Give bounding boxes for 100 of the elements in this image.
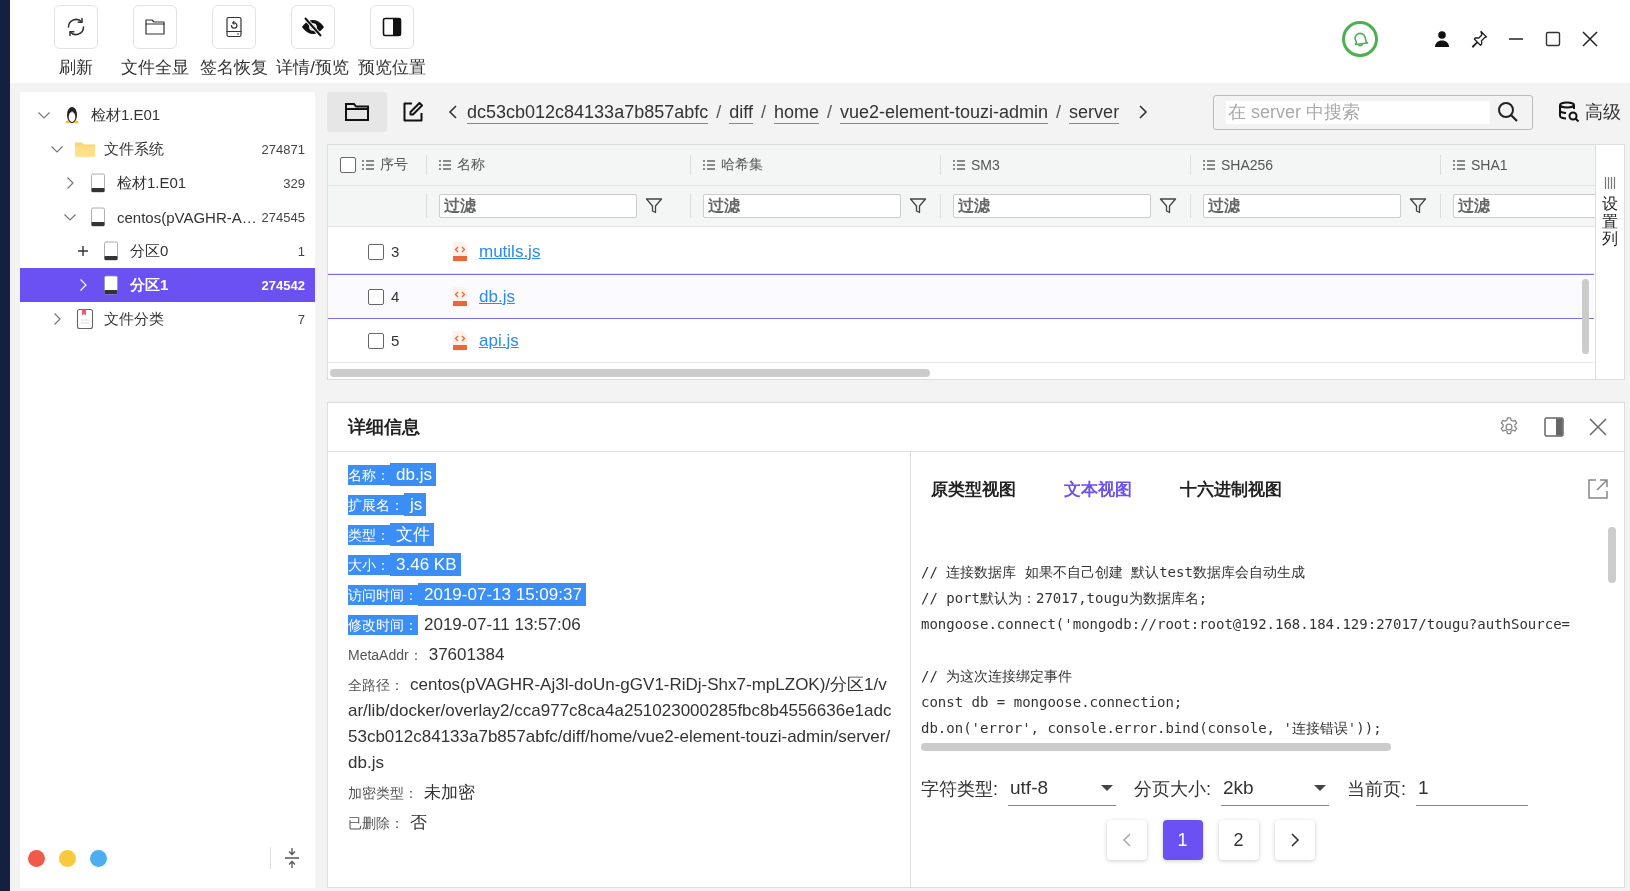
next-page-button[interactable] <box>1274 820 1315 860</box>
chevron-left-icon <box>1120 832 1133 848</box>
collapse-icon[interactable] <box>283 847 301 869</box>
filter-field[interactable]: 过滤 <box>703 194 901 218</box>
filter-icon[interactable] <box>1409 197 1427 215</box>
advanced-search-button[interactable]: 高级 <box>1553 96 1625 128</box>
field-label: 字符类型: <box>921 777 998 801</box>
breadcrumb-link[interactable]: home <box>773 100 819 124</box>
plus-icon[interactable] <box>76 244 90 258</box>
toolbar-button[interactable] <box>290 5 335 49</box>
field-label: 分页大小: <box>1134 777 1212 801</box>
caret-icon <box>1100 784 1114 792</box>
column-header[interactable]: 名称 <box>426 155 690 175</box>
breadcrumb-link[interactable]: diff <box>729 100 753 124</box>
field-label: 扩展名： <box>348 495 404 515</box>
external-link-icon[interactable] <box>1586 477 1610 501</box>
tree-item[interactable]: 检材1.E01 <box>20 98 315 132</box>
field-value: 3.46 KB <box>390 553 461 576</box>
column-header[interactable]: SHA256 <box>1190 155 1440 175</box>
edit-icon[interactable] <box>401 100 425 124</box>
page-button[interactable]: 2 <box>1218 820 1259 860</box>
penguin-icon <box>63 105 81 125</box>
tree-item[interactable]: 文件分类 7 <box>20 302 315 336</box>
filter-field[interactable]: 过滤 <box>1203 194 1401 218</box>
path-separator: / <box>716 101 722 123</box>
scrollbar[interactable] <box>330 369 930 377</box>
field-label: MetaAddr： <box>348 647 423 663</box>
checkbox[interactable] <box>340 157 356 173</box>
tree-item[interactable]: 文件系统 274871 <box>20 132 315 166</box>
list-icon <box>953 160 965 170</box>
toolbar-button[interactable] <box>211 5 256 49</box>
toolbar-label: 文件全显 <box>120 57 189 79</box>
field-label: 大小： <box>348 555 390 575</box>
code-line: const db = mongoose.connection; <box>921 693 1184 712</box>
field-label: 名称： <box>348 465 390 485</box>
column-header[interactable]: SM3 <box>940 155 1190 175</box>
field-label: 当前页: <box>1347 777 1407 801</box>
tree-item[interactable]: 分区0 1 <box>20 234 315 268</box>
chevron-left-icon[interactable] <box>447 104 459 120</box>
close-icon[interactable] <box>1579 29 1600 49</box>
file-link[interactable]: api.js <box>479 330 519 351</box>
field-label: 访问时间： <box>348 585 418 605</box>
path-separator: / <box>760 101 766 123</box>
filter-icon[interactable] <box>1159 197 1177 215</box>
view-tab[interactable]: 文本视图 <box>1064 477 1132 501</box>
filter-field[interactable]: 过滤 <box>1453 194 1595 218</box>
folder-view-button[interactable] <box>327 92 387 132</box>
tree-item[interactable]: 分区1 274542 <box>20 268 315 302</box>
list-icon <box>1453 160 1465 170</box>
field-value: js <box>404 493 427 516</box>
toolbar-label: 刷新 <box>58 57 93 79</box>
eye-slash-icon <box>299 15 326 39</box>
toolbar-button[interactable] <box>53 5 98 49</box>
tree-item[interactable]: centos(pVAGHR-A… 274545 <box>20 200 315 234</box>
field-label: 修改时间： <box>348 615 418 635</box>
filter-icon[interactable] <box>909 197 927 215</box>
breadcrumb-link[interactable]: vue2-element-touzi-admin <box>840 100 1049 124</box>
file-link[interactable]: mutils.js <box>479 241 541 262</box>
search-icon <box>1496 100 1520 124</box>
checkbox[interactable] <box>368 332 384 349</box>
view-tab[interactable]: 十六进制视图 <box>1180 477 1282 501</box>
field-value: 2019-07-11 13:57:06 <box>424 615 581 634</box>
list-icon <box>362 160 374 170</box>
filter-icon[interactable] <box>645 197 663 215</box>
scrollbar[interactable] <box>1582 279 1589 354</box>
page-button[interactable]: 1 <box>1162 820 1203 860</box>
code-line: // 为这次连接绑定事件 <box>921 667 1074 686</box>
column-header[interactable]: 序号 <box>328 155 426 175</box>
view-tab[interactable]: 原类型视图 <box>931 477 1016 501</box>
chevron-right-icon[interactable] <box>1137 104 1150 120</box>
field-value: 2019-07-13 15:09:37 <box>418 583 586 606</box>
charset-dropdown[interactable]: utf-8 <box>1008 771 1116 806</box>
checkbox[interactable] <box>368 243 384 260</box>
table-cell: 5 <box>391 332 400 349</box>
notification-button[interactable] <box>1342 21 1378 57</box>
checkbox[interactable] <box>368 288 384 305</box>
table-cell: 4 <box>391 288 400 305</box>
list-icon <box>703 160 715 170</box>
html-file-icon <box>451 285 469 308</box>
filter-field[interactable]: 过滤 <box>953 194 1151 218</box>
tree-item[interactable]: 检材1.E01 329 <box>20 166 315 200</box>
filter-field[interactable]: 过滤 <box>439 194 637 218</box>
chevron-right-icon <box>1288 832 1301 848</box>
database-search-icon <box>1557 100 1581 124</box>
html-file-icon <box>451 240 469 263</box>
scrollbar[interactable] <box>1608 527 1616 583</box>
page-size-dropdown[interactable]: 2kb <box>1221 771 1330 806</box>
scrollbar[interactable] <box>921 743 1391 751</box>
table-row[interactable]: 4 db.js <box>328 274 1594 319</box>
field-label: 加密类型： <box>348 785 418 801</box>
breadcrumb-link[interactable]: dc53cb012c84133a7b857abfc <box>467 100 709 124</box>
panel-icon[interactable] <box>1542 415 1566 439</box>
breadcrumb-link[interactable]: server <box>1069 100 1120 124</box>
search-field[interactable]: 在 server 中搜索 <box>1213 94 1533 130</box>
column-header[interactable]: 哈希集 <box>690 155 940 175</box>
toolbar-button[interactable] <box>369 5 414 49</box>
document-icon <box>76 308 94 330</box>
field-text: 全路径： centos(pVAGHR-Aj3l-doUn-gGV1-RiDj-Shx7-mpLZOK)/分区1/var/lib/docker/overlay2/cca977c8ca4a251023000285fbc8b4556636e1adc53cb012c84133a7b857abfc/diff/home/vue2-element-touzi-admin/server/db.js <box>348 674 893 774</box>
columns-icon <box>1604 177 1616 189</box>
list-icon <box>1203 160 1215 170</box>
